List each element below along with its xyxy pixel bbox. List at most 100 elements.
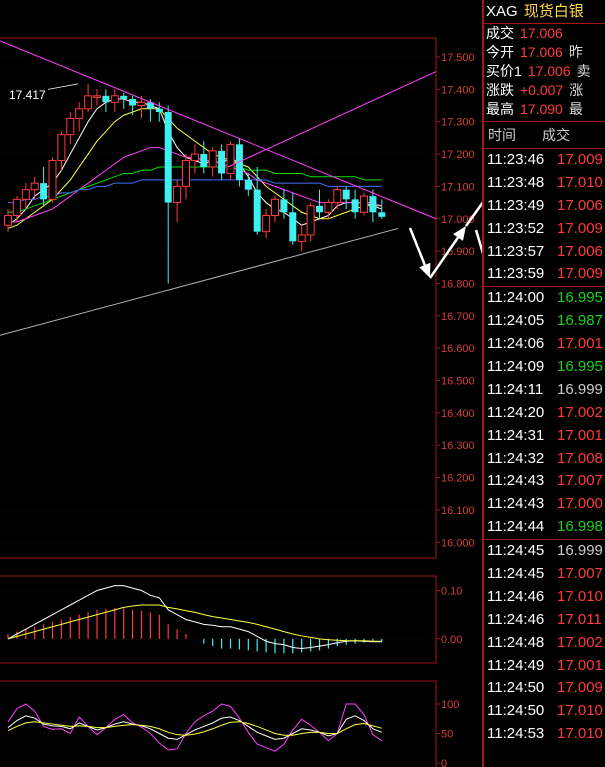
candle-body xyxy=(190,153,199,162)
candle[interactable] xyxy=(190,144,199,174)
macd-frame-rect xyxy=(0,575,437,664)
quote-extra-label: 最 xyxy=(568,101,583,117)
candle-body xyxy=(244,179,252,190)
trade-row[interactable]: 11:24:53 17.010 xyxy=(484,723,605,746)
trade-row[interactable]: 11:24:06 17.001 xyxy=(484,333,605,356)
candle-body xyxy=(155,108,163,112)
trade-time: 11:24:32 xyxy=(487,449,545,467)
candle[interactable] xyxy=(164,105,172,284)
trade-row[interactable]: 11:24:11 16.999 xyxy=(484,379,605,402)
trade-row[interactable]: 11:24:43 17.000 xyxy=(484,493,605,516)
candle-body xyxy=(360,195,368,213)
candle[interactable] xyxy=(306,202,315,242)
candle[interactable] xyxy=(262,209,271,239)
candle[interactable] xyxy=(226,141,235,180)
candle[interactable] xyxy=(57,131,66,171)
candle[interactable] xyxy=(253,166,261,235)
symbol-code: XAG xyxy=(486,3,518,20)
candle[interactable] xyxy=(333,186,342,210)
candle-body xyxy=(21,189,30,200)
candle[interactable] xyxy=(48,157,57,203)
trade-row[interactable]: 11:24:43 17.007 xyxy=(484,470,605,493)
trade-row[interactable]: 11:23:52 17.009 xyxy=(484,218,605,241)
quote-label: 成交 xyxy=(486,25,514,41)
candle-body xyxy=(369,196,377,213)
trade-row[interactable]: 11:24:46 17.010 xyxy=(484,586,605,609)
trade-price: 17.011 xyxy=(557,610,602,628)
candle[interactable] xyxy=(289,192,297,245)
trade-price: 17.006 xyxy=(557,196,603,214)
quote-extra-label: 昨 xyxy=(568,44,583,60)
trade-row[interactable]: 11:23:46 17.009 xyxy=(484,149,605,172)
candle[interactable] xyxy=(182,154,190,200)
candle[interactable] xyxy=(297,225,306,252)
candle[interactable] xyxy=(40,166,48,206)
candle[interactable] xyxy=(244,173,252,197)
candle[interactable] xyxy=(218,144,226,180)
kdj-frame-rect xyxy=(0,680,437,767)
candle[interactable] xyxy=(360,192,368,216)
trade-time: 11:24:49 xyxy=(487,656,545,674)
quote-label: 今开 xyxy=(486,44,514,60)
trade-row[interactable]: 11:24:45 16.999 xyxy=(484,540,605,563)
trade-row[interactable]: 11:24:46 17.011 xyxy=(484,609,605,632)
trade-row[interactable]: 11:24:50 17.009 xyxy=(484,677,605,700)
trade-row[interactable]: 11:23:48 17.010 xyxy=(484,172,605,195)
price-tick-label: 16.700 xyxy=(441,311,475,323)
candle[interactable] xyxy=(66,111,75,145)
candlesticks[interactable] xyxy=(4,83,386,284)
macd-dea-line xyxy=(7,604,382,642)
candle[interactable] xyxy=(351,189,359,219)
trade-row[interactable]: 11:23:49 17.006 xyxy=(484,195,605,218)
candle[interactable] xyxy=(120,92,128,109)
trade-row[interactable]: 11:24:20 17.002 xyxy=(484,402,605,425)
trade-time: 11:24:11 xyxy=(487,380,544,398)
trade-price: 17.009 xyxy=(557,265,603,283)
candle-body xyxy=(102,95,110,103)
high-annotation-leader xyxy=(47,83,79,90)
trade-row[interactable]: 11:24:49 17.001 xyxy=(484,655,605,678)
trade-row[interactable]: 11:23:59 17.009 xyxy=(484,263,605,286)
kdj-indicator xyxy=(7,703,383,752)
trade-row[interactable]: 11:24:45 17.007 xyxy=(484,563,605,586)
candle-body xyxy=(253,189,261,232)
trade-time: 11:23:52 xyxy=(487,219,545,237)
trade-row[interactable]: 11:24:00 16.995 xyxy=(484,287,605,310)
candle[interactable] xyxy=(271,196,279,222)
trade-row[interactable]: 11:24:44 16.998 xyxy=(484,516,605,539)
candle-body xyxy=(182,160,190,187)
trade-list[interactable]: 11:23:46 17.009 11:23:48 17.010 11:23:49 17.0… xyxy=(484,149,605,746)
candle[interactable] xyxy=(208,147,217,177)
candle[interactable] xyxy=(84,83,93,112)
candle[interactable] xyxy=(110,89,119,112)
trade-row[interactable]: 11:23:57 17.006 xyxy=(484,241,605,264)
trade-row[interactable]: 11:24:50 17.010 xyxy=(484,700,605,723)
kdj-tick-label: 50 xyxy=(441,729,453,741)
candle[interactable] xyxy=(102,89,110,112)
trade-price: 16.998 xyxy=(557,518,603,536)
candle[interactable] xyxy=(378,199,386,219)
candle[interactable] xyxy=(93,89,101,106)
trade-time: 11:24:44 xyxy=(487,518,545,536)
candle[interactable] xyxy=(75,102,84,132)
candle[interactable] xyxy=(324,199,333,219)
candle[interactable] xyxy=(316,189,323,219)
trade-row[interactable]: 11:24:31 17.001 xyxy=(484,425,605,448)
candle-body xyxy=(208,150,217,168)
candle[interactable] xyxy=(129,95,137,116)
price-tick-label: 16.200 xyxy=(441,473,475,485)
trade-time: 11:24:45 xyxy=(487,542,545,560)
candle[interactable] xyxy=(12,196,21,222)
candle[interactable] xyxy=(173,179,182,222)
symbol-header[interactable]: XAG 现货白银 xyxy=(484,0,605,24)
trade-time: 11:24:53 xyxy=(487,725,545,743)
candle[interactable] xyxy=(30,176,39,200)
trade-row[interactable]: 11:24:48 17.002 xyxy=(484,632,605,655)
col-time: 时间 xyxy=(488,127,516,143)
macd-tick-label: 0.10 xyxy=(441,586,462,598)
trade-row[interactable]: 11:24:05 16.987 xyxy=(484,310,605,333)
trade-row[interactable]: 11:24:32 17.008 xyxy=(484,448,605,471)
trade-time: 11:24:20 xyxy=(487,403,545,421)
trade-row[interactable]: 11:24:09 16.995 xyxy=(484,356,605,379)
candle[interactable] xyxy=(342,186,350,210)
